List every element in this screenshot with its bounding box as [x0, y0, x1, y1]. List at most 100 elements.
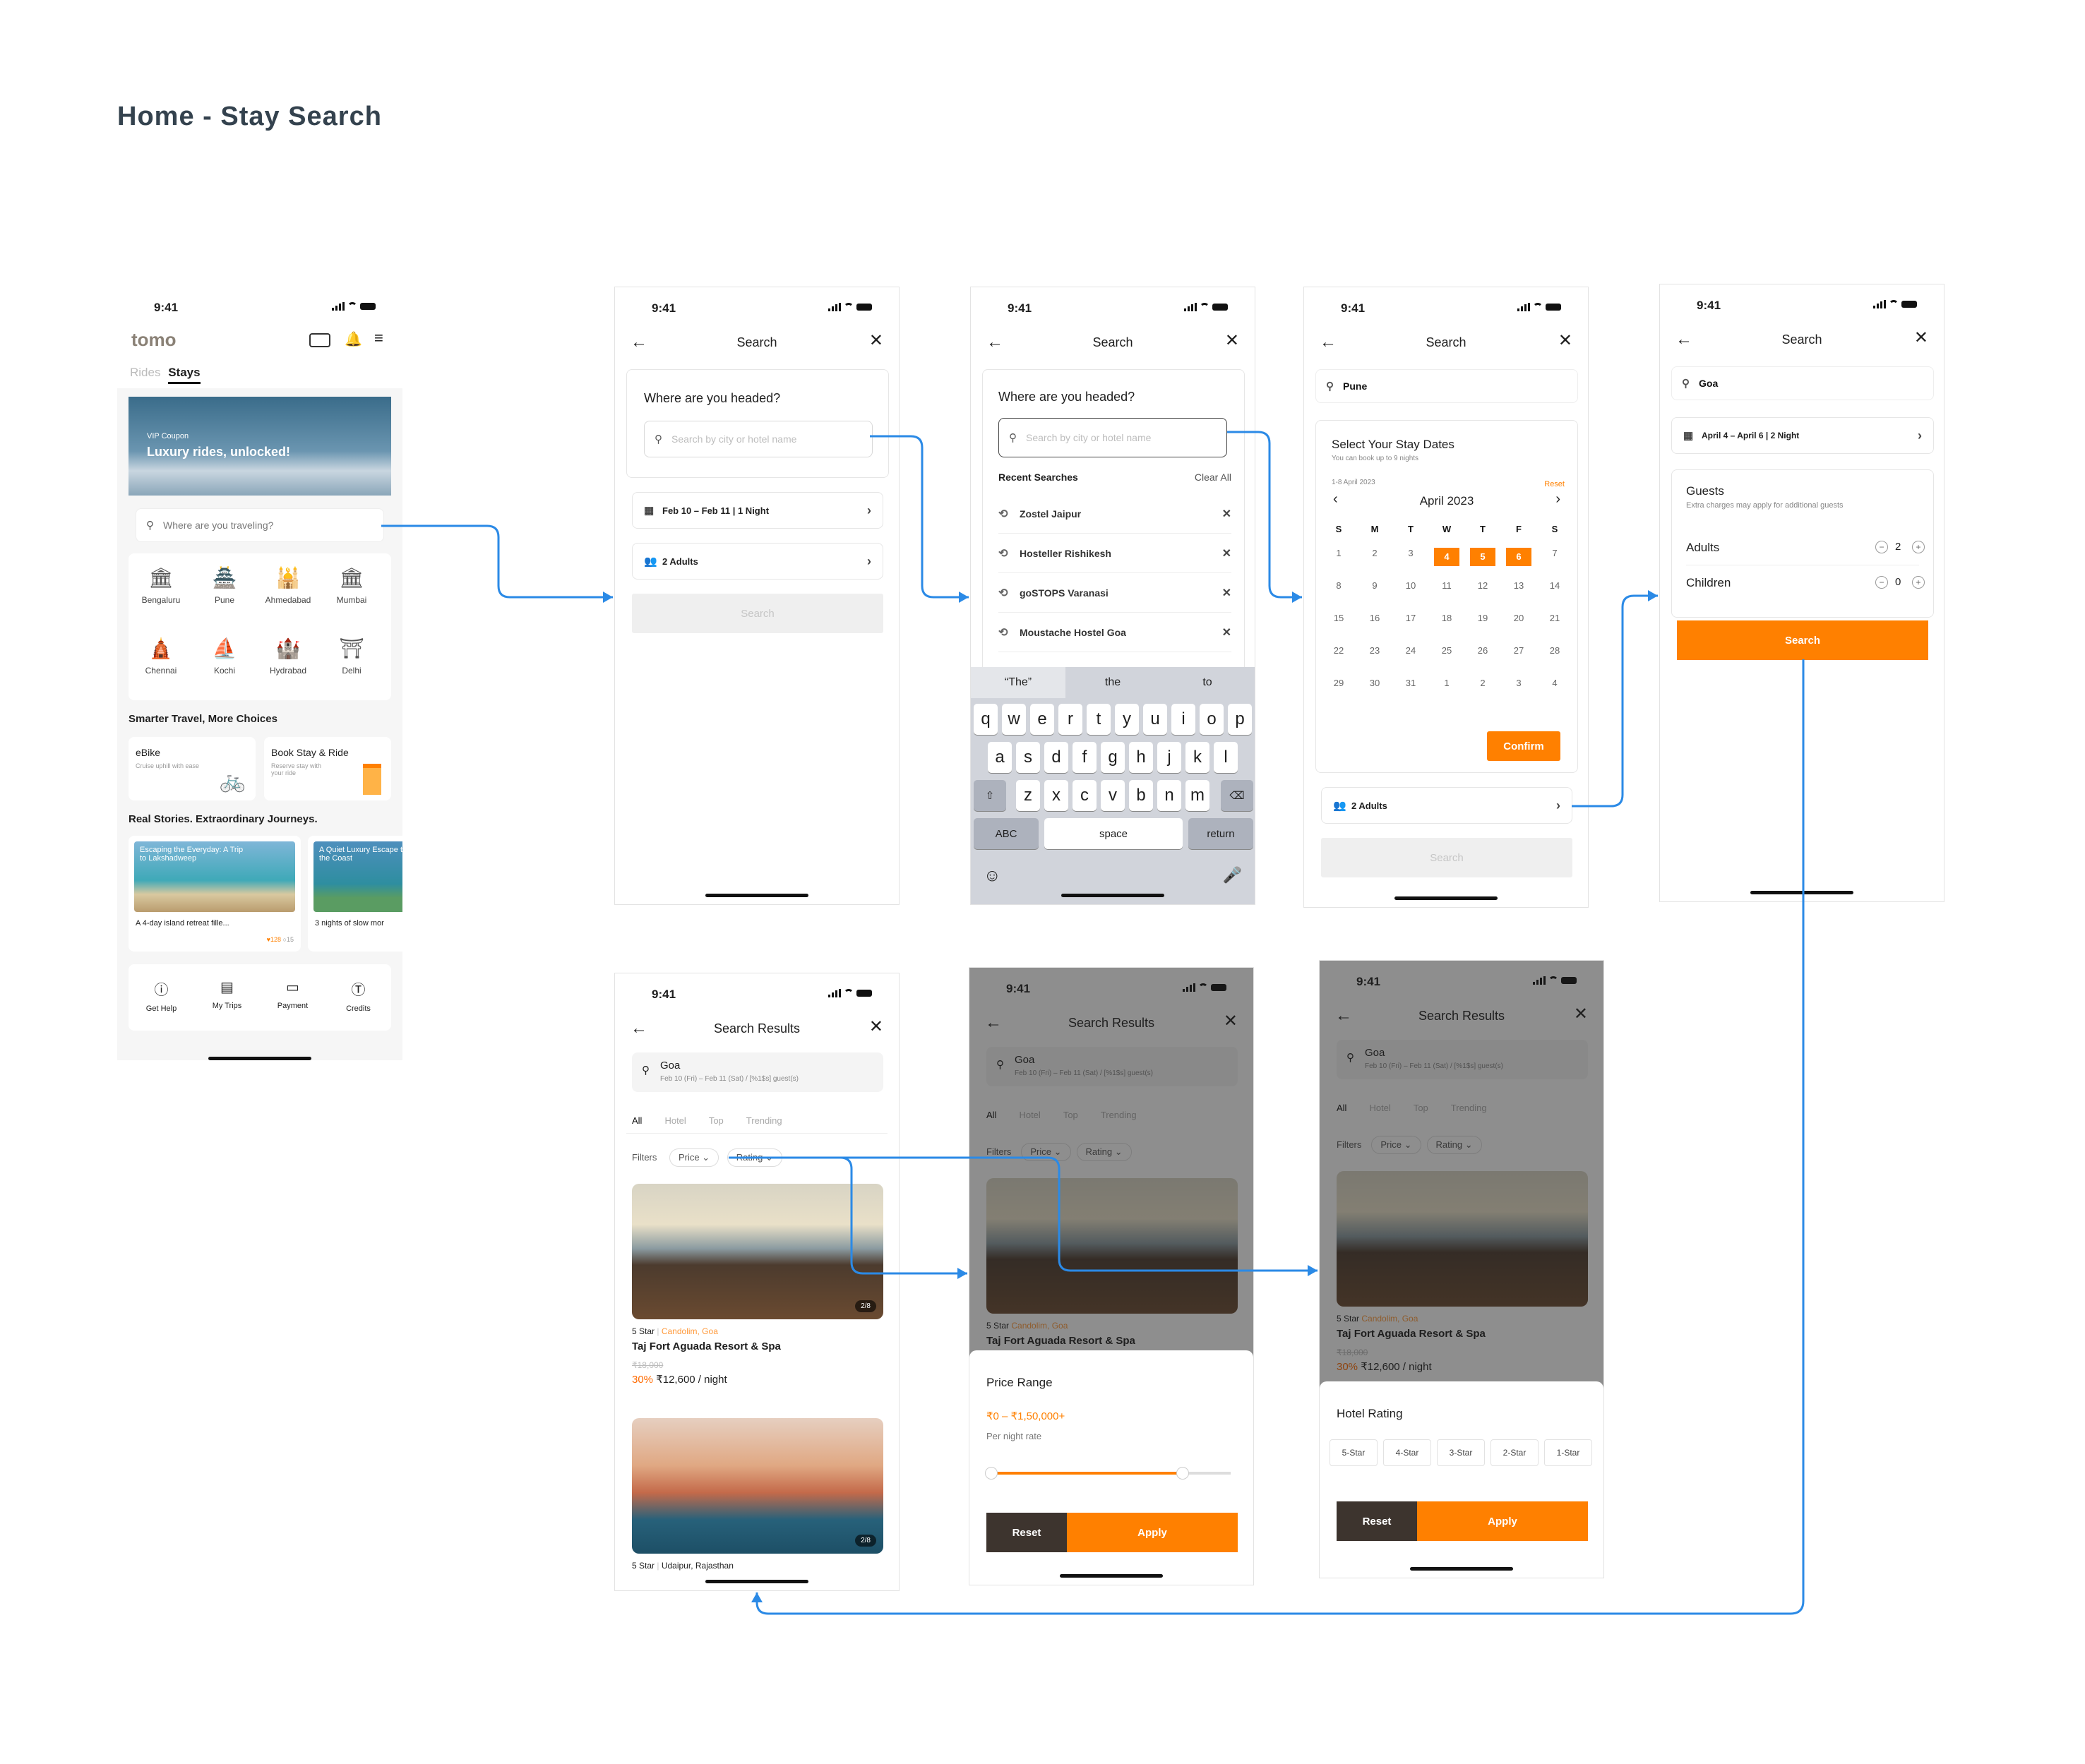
- calendar-day[interactable]: 24: [1398, 645, 1423, 656]
- key[interactable]: z: [1016, 780, 1040, 811]
- nav-get-help[interactable]: ⓘ Get Help: [129, 978, 194, 1013]
- minus-icon[interactable]: −: [1875, 576, 1888, 589]
- city-hydrabad[interactable]: 🏰 Hydrabad: [260, 637, 316, 676]
- key[interactable]: t: [1087, 704, 1111, 735]
- menu-icon[interactable]: ≡: [374, 329, 383, 347]
- close-icon[interactable]: ✕: [869, 332, 883, 349]
- calendar-day[interactable]: 8: [1326, 580, 1351, 591]
- key[interactable]: space: [1044, 818, 1183, 849]
- key[interactable]: p: [1228, 704, 1252, 735]
- calendar-day[interactable]: 18: [1434, 613, 1459, 623]
- calendar-day[interactable]: 3: [1398, 548, 1423, 558]
- dates-row[interactable]: ▦ April 4 – April 6 | 2 Night ›: [1671, 417, 1934, 454]
- promo-stay-ride[interactable]: Book Stay & Ride Reserve stay with your …: [264, 737, 391, 800]
- key[interactable]: u: [1143, 704, 1167, 735]
- calendar-day[interactable]: 17: [1398, 613, 1423, 623]
- calendar-day[interactable]: 19: [1470, 613, 1495, 623]
- city-chennai[interactable]: 🛕 Chennai: [133, 637, 189, 676]
- suggestion[interactable]: “The”: [971, 667, 1065, 698]
- microphone-icon[interactable]: 🎤: [1223, 866, 1242, 884]
- price-slider[interactable]: [985, 1467, 1231, 1480]
- key[interactable]: return: [1188, 818, 1253, 849]
- close-icon[interactable]: ✕: [1558, 332, 1572, 349]
- city-kochi[interactable]: ⛵ Kochi: [196, 637, 253, 676]
- rating-filter[interactable]: Rating ⌄: [727, 1148, 782, 1167]
- search-button[interactable]: Search: [1321, 838, 1572, 877]
- destination-input[interactable]: ⚲ Search by city or hotel name: [998, 418, 1227, 457]
- key[interactable]: v: [1101, 780, 1125, 811]
- city-pune[interactable]: 🏯 Pune: [196, 566, 253, 605]
- tab-rides[interactable]: Rides: [130, 366, 160, 379]
- key[interactable]: r: [1058, 704, 1082, 735]
- reset-button[interactable]: Reset: [986, 1513, 1067, 1552]
- suggestion[interactable]: the: [1065, 667, 1160, 698]
- guests-row[interactable]: 👥 2 Adults ›: [632, 543, 883, 580]
- calendar-day[interactable]: 29: [1326, 678, 1351, 688]
- nav-credits[interactable]: Ⓣ Credits: [325, 978, 391, 1013]
- key[interactable]: j: [1157, 742, 1181, 773]
- rating-option[interactable]: 2-Star: [1490, 1439, 1539, 1466]
- key[interactable]: o: [1200, 704, 1224, 735]
- city-delhi[interactable]: ⛩ Delhi: [323, 637, 380, 676]
- calendar-day[interactable]: 21: [1542, 613, 1567, 623]
- close-icon[interactable]: ✕: [1222, 625, 1231, 640]
- key[interactable]: k: [1185, 742, 1209, 773]
- key[interactable]: x: [1044, 780, 1068, 811]
- city-mumbai[interactable]: 🏛 Mumbai: [323, 566, 380, 605]
- search-button[interactable]: Search: [632, 594, 883, 633]
- search-button[interactable]: Search: [1677, 620, 1928, 660]
- key[interactable]: a: [988, 742, 1012, 773]
- key[interactable]: y: [1115, 704, 1139, 735]
- key[interactable]: d: [1044, 742, 1068, 773]
- city-ahmedabad[interactable]: 🕌 Ahmedabad: [260, 566, 316, 605]
- calendar-day[interactable]: 15: [1326, 613, 1351, 623]
- confirm-button[interactable]: Confirm: [1487, 731, 1560, 761]
- city-input[interactable]: ⚲ Goa: [1671, 366, 1934, 400]
- query-summary[interactable]: ⚲ Goa Feb 10 (Fri) – Feb 11 (Sat) / [%1$…: [632, 1052, 883, 1092]
- home-search-input[interactable]: ⚲ Where are you traveling?: [136, 508, 384, 542]
- bell-icon[interactable]: 🔔: [345, 330, 362, 348]
- calendar-day[interactable]: 3: [1506, 678, 1531, 688]
- key[interactable]: e: [1030, 704, 1054, 735]
- rating-option[interactable]: 1-Star: [1544, 1439, 1592, 1466]
- key[interactable]: g: [1101, 742, 1125, 773]
- calendar-day[interactable]: 25: [1434, 645, 1459, 656]
- calendar-day[interactable]: 9: [1362, 580, 1387, 591]
- slider-handle-max[interactable]: [1176, 1467, 1189, 1480]
- calendar-day[interactable]: 1: [1434, 678, 1459, 688]
- calendar-day[interactable]: 22: [1326, 645, 1351, 656]
- calendar-day[interactable]: 23: [1362, 645, 1387, 656]
- calendar-day[interactable]: 30: [1362, 678, 1387, 688]
- ticket-icon[interactable]: [309, 333, 330, 347]
- guests-row[interactable]: 👥 2 Adults ›: [1321, 787, 1572, 824]
- story-card[interactable]: A Quiet Luxury Escape to the Coast 3 nig…: [308, 836, 402, 952]
- calendar-day[interactable]: 14: [1542, 580, 1567, 591]
- calendar-day[interactable]: 11: [1434, 580, 1459, 591]
- city-input[interactable]: ⚲ Pune: [1315, 369, 1578, 403]
- key[interactable]: ABC: [974, 818, 1039, 849]
- rating-option[interactable]: 4-Star: [1383, 1439, 1431, 1466]
- calendar-day-selected[interactable]: 6: [1506, 548, 1531, 566]
- key[interactable]: h: [1129, 742, 1153, 773]
- nav-payment[interactable]: ▭ Payment: [260, 978, 325, 1010]
- calendar-day[interactable]: 10: [1398, 580, 1423, 591]
- calendar-day[interactable]: 31: [1398, 678, 1423, 688]
- promo-ebike[interactable]: eBike Cruise uphill with ease 🚲: [129, 737, 256, 800]
- slider-handle-min[interactable]: [985, 1467, 998, 1480]
- hotel-image[interactable]: 2/8: [632, 1418, 883, 1554]
- close-icon[interactable]: ✕: [1914, 330, 1928, 347]
- hotel-image[interactable]: 2/8: [632, 1184, 883, 1319]
- tab-top[interactable]: Top: [709, 1115, 724, 1126]
- tab-all[interactable]: All: [632, 1115, 642, 1126]
- plus-icon[interactable]: +: [1912, 541, 1925, 553]
- calendar-day-selected[interactable]: 5: [1470, 548, 1495, 566]
- story-card[interactable]: Escaping the Everyday: A Trip to Lakshad…: [129, 836, 301, 952]
- tab-trending[interactable]: Trending: [746, 1115, 782, 1126]
- chevron-right-icon[interactable]: ›: [1555, 491, 1560, 508]
- close-icon[interactable]: ✕: [1222, 507, 1231, 521]
- destination-input[interactable]: ⚲ Search by city or hotel name: [644, 421, 873, 457]
- calendar-day[interactable]: 13: [1506, 580, 1531, 591]
- emoji-icon[interactable]: ☺: [984, 866, 1001, 886]
- suggestion[interactable]: to: [1160, 667, 1255, 698]
- recent-search-item[interactable]: ⟲ Hosteller Rishikesh ✕: [998, 534, 1231, 573]
